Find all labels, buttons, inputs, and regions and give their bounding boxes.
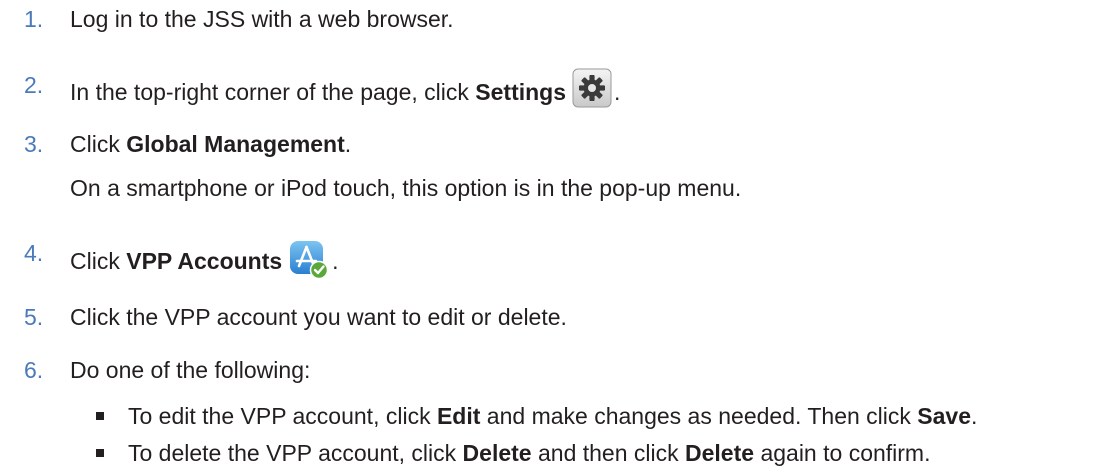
bullet-text-part: To delete the VPP account, click [128,440,463,466]
vpp-accounts-icon [288,238,330,280]
bullet-marker [96,412,104,420]
delete-label: Delete [685,440,755,466]
step-note: On a smartphone or iPod touch, this opti… [70,175,742,201]
bullet-text-part: and then click [531,440,686,466]
step-text: Do one of the following: [70,357,311,383]
step-prefix: Click [70,131,127,157]
step-text: Click VPP Accounts . [70,240,339,282]
save-label: Save [917,403,971,429]
bullet-text: To edit the VPP account, click Edit and … [128,403,977,430]
step-prefix: In the top-right corner of the page, cli… [70,78,476,105]
step-number: 2. [24,72,44,98]
step-number: 5. [24,304,44,330]
delete-label: Delete [462,440,532,466]
step-suffix: . [614,78,621,105]
step-suffix: . [344,131,352,157]
gear-icon [572,68,612,108]
global-management-label: Global Management [126,131,345,157]
step-text: In the top-right corner of the page, cli… [70,68,621,112]
step-number: 6. [24,357,44,383]
bullet-marker [96,449,104,457]
step-suffix: . [332,247,339,274]
step-number: 3. [24,131,44,157]
step-text: Click the VPP account you want to edit o… [70,304,567,330]
bullet-text-part: To edit the VPP account, click [128,403,437,429]
edit-label: Edit [436,403,481,429]
bullet-text-part: . [971,403,978,429]
vpp-accounts-label: VPP Accounts [126,247,283,274]
step-prefix: Click [70,247,127,274]
step-number: 1. [24,6,44,32]
step-text: Log in to the JSS with a web browser. [70,6,454,32]
settings-label: Settings [475,78,567,105]
step-text: Click Global Management . [70,131,351,158]
bullet-text-part: again to confirm. [754,440,931,466]
bullet-text: To delete the VPP account, click Delete … [128,440,930,467]
step-number: 4. [24,240,44,266]
bullet-text-part: and make changes as needed. Then click [480,403,918,429]
